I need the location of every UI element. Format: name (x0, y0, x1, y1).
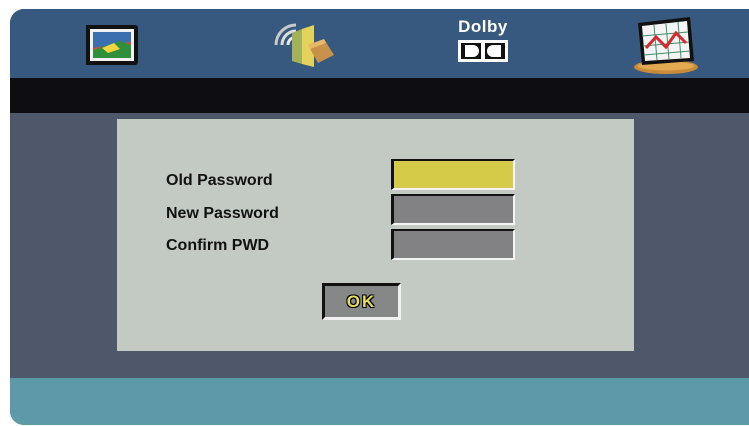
help-bar (10, 378, 749, 425)
ok-button[interactable]: OK (322, 283, 401, 320)
dolby-tab[interactable]: Dolby (453, 17, 513, 69)
ok-button-label: OK (346, 291, 377, 311)
tv-picture-icon[interactable] (80, 15, 146, 73)
old-password-field[interactable] (391, 159, 515, 190)
menu-tab-bar: Dolby (10, 9, 749, 78)
preference-chart-icon[interactable] (628, 15, 704, 74)
new-password-field[interactable] (391, 194, 515, 225)
new-password-label: New Password (166, 205, 279, 222)
old-password-label: Old Password (166, 172, 273, 189)
password-dialog: Old Password New Password Confirm PWD OK (117, 119, 634, 351)
confirm-password-field[interactable] (391, 229, 515, 260)
dolby-tab-label: Dolby (458, 17, 508, 36)
title-bar (10, 78, 749, 113)
dolby-icon (458, 40, 508, 62)
confirm-password-label: Confirm PWD (166, 237, 270, 254)
audio-speaker-icon[interactable] (268, 15, 342, 73)
